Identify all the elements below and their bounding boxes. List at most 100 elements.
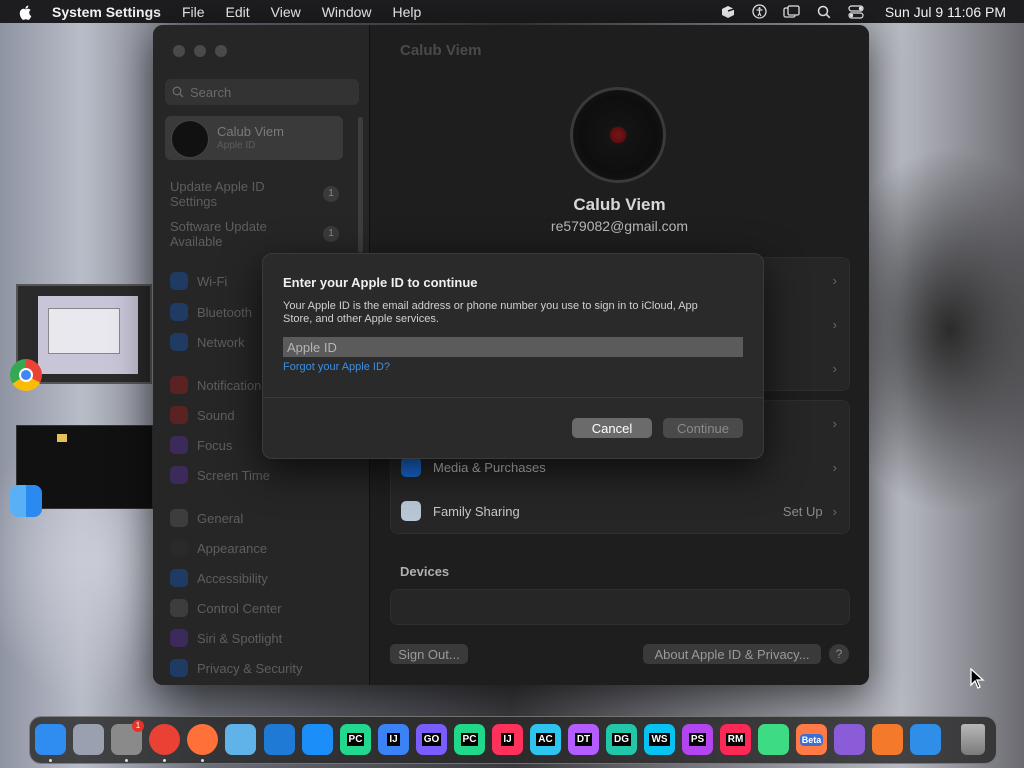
help-button[interactable]: ? <box>829 644 849 664</box>
sidebar-item-accessibility[interactable]: Accessibility <box>170 569 268 587</box>
sidebar-item-privacy-security[interactable]: Privacy & Security <box>170 659 302 677</box>
sidebar-item-control-center[interactable]: Control Center <box>170 599 282 617</box>
continue-button[interactable]: Continue <box>663 418 743 438</box>
dock-vscode-icon[interactable] <box>264 724 295 755</box>
sidebar-item-focus[interactable]: Focus <box>170 436 232 454</box>
search-placeholder: Search <box>190 84 232 100</box>
sidebar-item-screen-time[interactable]: Screen Time <box>170 466 270 484</box>
dock-xcode-beta-icon[interactable]: Beta <box>796 724 827 755</box>
dock-app-label: RM <box>725 733 746 746</box>
sidebar-item-network[interactable]: Network <box>170 333 245 351</box>
dock-webstorm-icon[interactable]: WS <box>644 724 675 755</box>
close-window-button[interactable] <box>173 45 185 57</box>
menu-edit[interactable]: Edit <box>226 4 250 20</box>
dock-app-store-icon[interactable] <box>302 724 333 755</box>
dock-app-label: GO <box>421 733 442 746</box>
dock-firefox-icon[interactable] <box>187 724 218 755</box>
software-update-item[interactable]: Software Update Available <box>170 219 300 249</box>
update-apple-id-item[interactable]: Update Apple ID Settings <box>170 179 300 209</box>
sidebar-item-label: Network <box>197 334 245 350</box>
menu-window[interactable]: Window <box>322 4 372 20</box>
family-sharing-row[interactable]: Family Sharing Set Up › <box>391 489 849 533</box>
privacy-icon <box>170 659 188 677</box>
sidebar-account[interactable]: Calub Viem Apple ID <box>165 116 343 160</box>
app-store-row-icon <box>401 457 421 477</box>
apple-id-input[interactable] <box>283 337 743 357</box>
menu-view[interactable]: View <box>271 4 301 20</box>
dock-running-indicator <box>163 759 166 762</box>
cancel-button[interactable]: Cancel <box>572 418 652 438</box>
menu-clock[interactable]: Sun Jul 9 11:06 PM <box>885 4 1006 20</box>
sidebar-item-label: Sound <box>197 407 235 423</box>
sidebar-item-label: Privacy & Security <box>197 660 303 676</box>
dock-appcode-icon[interactable]: AC <box>530 724 561 755</box>
account-name: Calub Viem <box>217 124 284 139</box>
dock-chrome-icon[interactable] <box>149 724 180 755</box>
spotlight-search-icon[interactable] <box>815 4 833 20</box>
control-center-icon[interactable] <box>847 4 865 20</box>
sandbox-status-icon[interactable] <box>719 4 737 20</box>
dock-blender-icon[interactable] <box>872 724 903 755</box>
dock-goland-icon[interactable]: GO <box>416 724 447 755</box>
chrome-icon[interactable] <box>10 359 42 391</box>
apple-menu-icon[interactable] <box>18 4 34 20</box>
media-purchases-label: Media & Purchases <box>433 459 546 475</box>
search-icon <box>172 86 184 98</box>
chevron-right-icon: › <box>832 360 837 376</box>
dock-phpstorm-icon[interactable]: PS <box>682 724 713 755</box>
minimize-window-button[interactable] <box>194 45 206 57</box>
devices-heading: Devices <box>400 564 450 579</box>
dock-datagrip2-icon[interactable]: DG <box>606 724 637 755</box>
apple-id-dialog: Enter your Apple ID to continue Your App… <box>262 253 764 459</box>
profile-name: Calub Viem <box>573 195 666 214</box>
sidebar-item-sound[interactable]: Sound <box>170 406 235 424</box>
dock-datagrip-icon[interactable]: DT <box>568 724 599 755</box>
about-apple-id-privacy-button[interactable]: About Apple ID & Privacy... <box>643 644 821 664</box>
dock-trash-icon[interactable] <box>961 724 985 755</box>
dock-visual-studio-icon[interactable] <box>834 724 865 755</box>
sidebar-item-general[interactable]: General <box>170 509 243 527</box>
control-center-sidebar-icon <box>170 599 188 617</box>
dock-simulator-icon[interactable] <box>910 724 941 755</box>
dock-finder-icon[interactable] <box>35 724 66 755</box>
dock-pycharm-icon[interactable]: PC <box>454 724 485 755</box>
dock-app-label: DG <box>612 733 631 746</box>
menu-help[interactable]: Help <box>393 4 422 20</box>
zoom-window-button[interactable] <box>215 45 227 57</box>
accessibility-icon <box>170 569 188 587</box>
dock-launchpad-icon[interactable] <box>73 724 104 755</box>
menu-app-name[interactable]: System Settings <box>52 4 161 20</box>
dock-app-label: PC <box>460 733 479 746</box>
sidebar-item-siri-spotlight[interactable]: Siri & Spotlight <box>170 629 282 647</box>
dock-android-studio-icon[interactable] <box>758 724 789 755</box>
chevron-right-icon: › <box>832 415 837 431</box>
appearance-icon <box>170 539 188 557</box>
sidebar-search[interactable]: Search <box>165 79 359 105</box>
sidebar-item-bluetooth[interactable]: Bluetooth <box>170 303 252 321</box>
sidebar-item-appearance[interactable]: Appearance <box>170 539 267 557</box>
profile-avatar[interactable] <box>570 87 666 183</box>
window-controls <box>173 45 227 57</box>
dock-running-indicator <box>49 759 52 762</box>
sidebar-item-notifications[interactable]: Notifications <box>170 376 268 394</box>
screen-mirroring-icon[interactable] <box>783 4 801 20</box>
sidebar-scrollbar[interactable] <box>358 117 363 253</box>
dock-rubymine-icon[interactable]: RM <box>720 724 751 755</box>
sidebar-item-wifi[interactable]: Wi-Fi <box>170 272 227 290</box>
family-sharing-value: Set Up <box>782 503 823 519</box>
accessibility-status-icon[interactable] <box>751 4 769 20</box>
dock-intellij-ce-icon[interactable]: IJ <box>378 724 409 755</box>
avatar <box>171 120 209 158</box>
sign-out-button[interactable]: Sign Out... <box>390 644 468 664</box>
devices-group <box>390 589 850 625</box>
forgot-apple-id-link[interactable]: Forgot your Apple ID? <box>283 361 390 373</box>
dock-app-label: Beta <box>799 733 824 746</box>
dock-app-label: PS <box>688 733 707 746</box>
sidebar-item-label: Focus <box>197 437 233 453</box>
page-title: Calub Viem <box>400 42 482 59</box>
menu-file[interactable]: File <box>182 4 205 20</box>
dock-pycharm-ce-icon[interactable]: PC <box>340 724 371 755</box>
dock-preview-icon[interactable] <box>225 724 256 755</box>
finder-icon[interactable] <box>10 485 42 517</box>
dock-intellij-icon[interactable]: IJ <box>492 724 523 755</box>
